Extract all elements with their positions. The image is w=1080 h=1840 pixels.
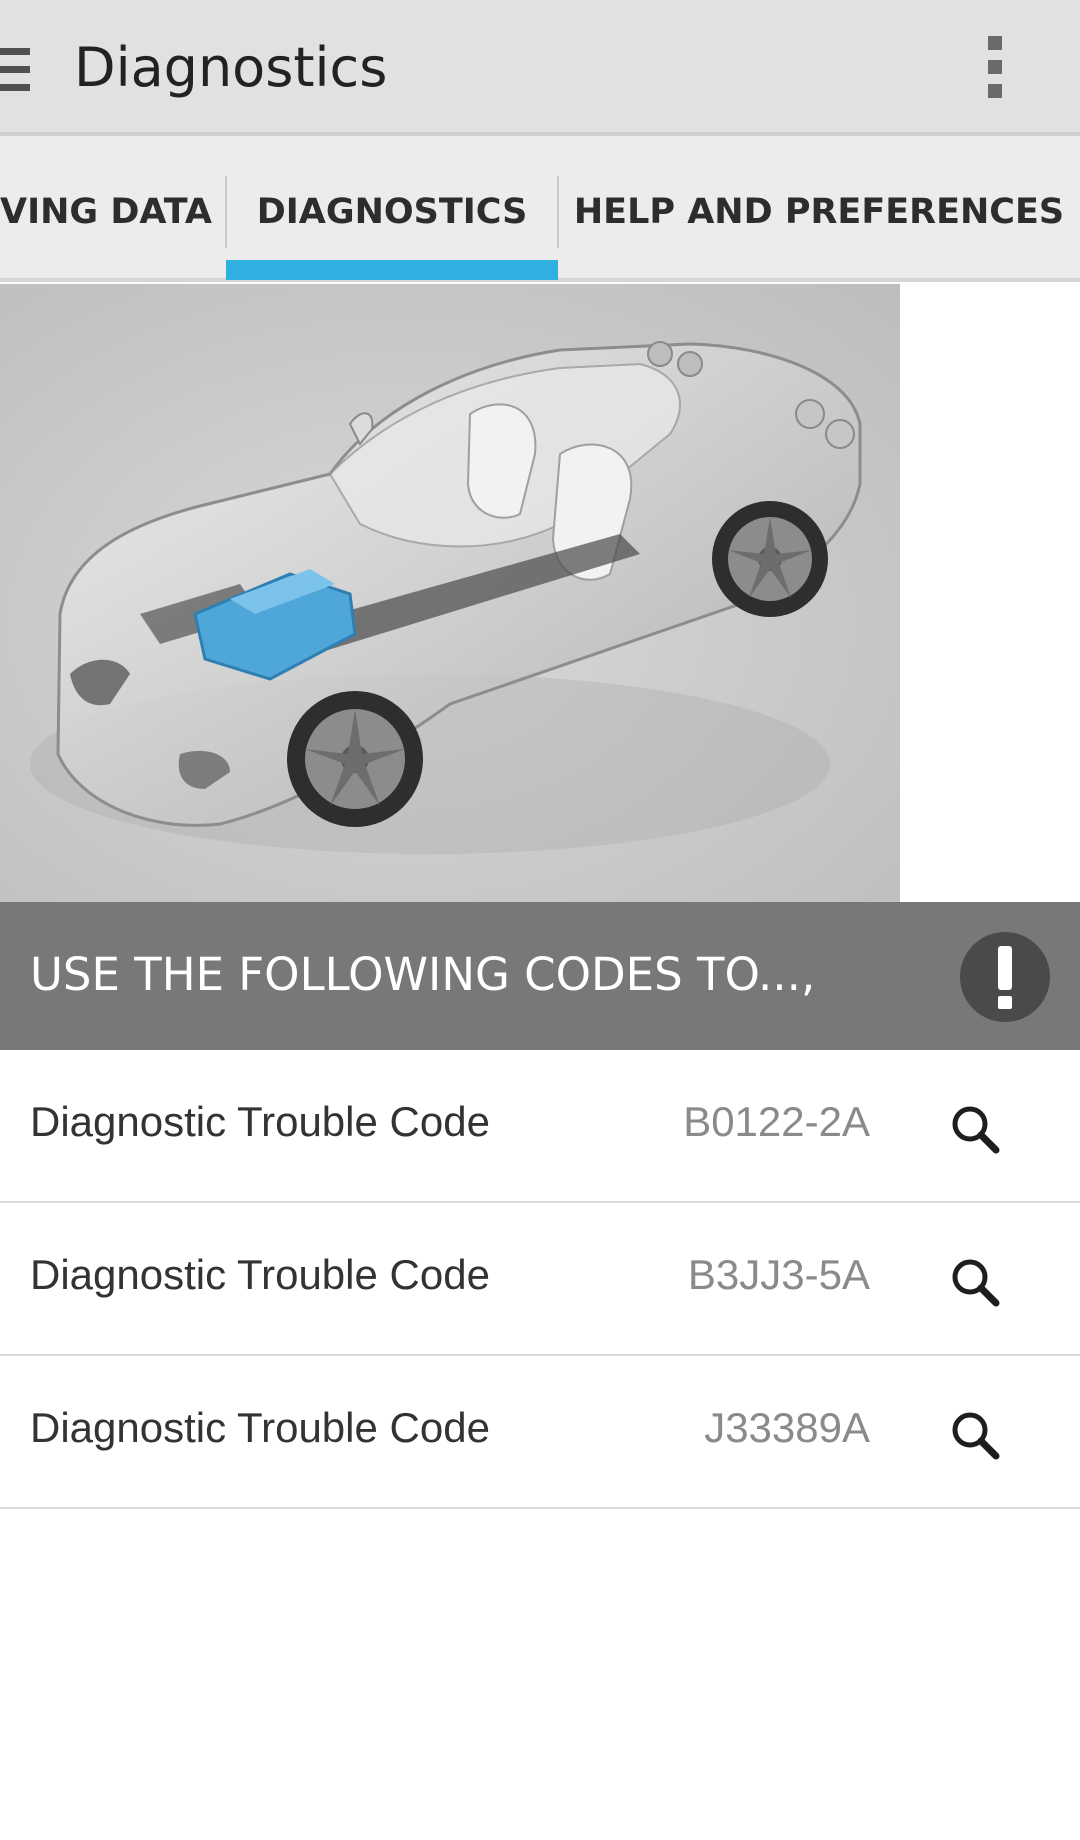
search-icon[interactable] [948, 1102, 1002, 1156]
page-title: Diagnostics [74, 36, 388, 99]
tab-help-and-preferences[interactable]: HELP AND PREFERENCES [558, 136, 1080, 278]
banner-text: USE THE FOLLOWING CODES TO..., [30, 948, 816, 1001]
tab-label: VING DATA [0, 192, 212, 232]
codes-banner: USE THE FOLLOWING CODES TO..., [0, 902, 1080, 1050]
search-icon[interactable] [948, 1255, 1002, 1309]
code-value: B0122-2A [683, 1098, 870, 1145]
overflow-menu-icon[interactable] [988, 36, 1004, 100]
active-tab-indicator [226, 260, 558, 280]
tab-driving-data[interactable]: VING DATA [0, 136, 226, 278]
car-image [30, 341, 862, 854]
code-value: B3JJ3-5A [687, 1251, 870, 1298]
tab-bar: VING DATA DIAGNOSTICS HELP AND PREFERENC… [0, 136, 1080, 282]
menu-icon[interactable] [0, 48, 30, 92]
list-item[interactable]: Diagnostic Trouble Code J33389A [0, 1356, 1080, 1509]
code-label: Diagnostic Trouble Code [30, 1251, 490, 1298]
trouble-code-list: Diagnostic Trouble Code B0122-2A Diagnos… [0, 1050, 1080, 1509]
search-icon[interactable] [948, 1408, 1002, 1462]
code-value: J33389A [704, 1404, 870, 1451]
code-label: Diagnostic Trouble Code [30, 1404, 490, 1451]
alert-icon[interactable] [960, 932, 1050, 1022]
tab-diagnostics[interactable]: DIAGNOSTICS [226, 136, 558, 278]
car-illustration [0, 284, 900, 902]
list-item[interactable]: Diagnostic Trouble Code B0122-2A [0, 1050, 1080, 1203]
list-item[interactable]: Diagnostic Trouble Code B3JJ3-5A [0, 1203, 1080, 1356]
app-bar: Diagnostics [0, 0, 1080, 136]
code-label: Diagnostic Trouble Code [30, 1098, 490, 1145]
